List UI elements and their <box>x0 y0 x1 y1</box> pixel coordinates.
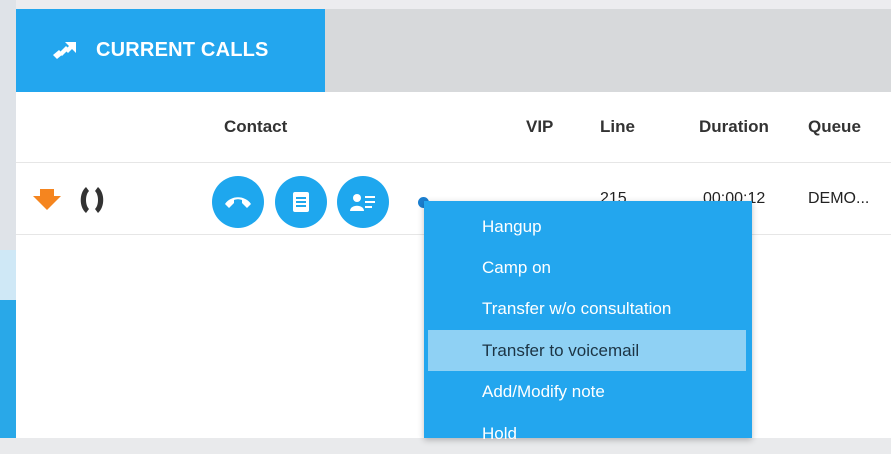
column-header-vip[interactable]: VIP <box>526 117 553 137</box>
contact-card-button[interactable] <box>337 176 389 228</box>
menu-item-hold[interactable]: Hold <box>428 413 746 454</box>
phone-ringing-icon <box>80 187 104 213</box>
column-header-contact[interactable]: Contact <box>224 117 287 137</box>
note-button[interactable] <box>275 176 327 228</box>
menu-item-transfer-without-consultation[interactable]: Transfer w/o consultation <box>428 288 746 329</box>
background-top <box>0 0 891 9</box>
contact-card-icon <box>350 194 375 211</box>
background-left <box>0 0 16 438</box>
table-header: Contact VIP Line Duration Queue <box>16 92 891 163</box>
menu-item-transfer-to-voicemail[interactable]: Transfer to voicemail <box>428 330 746 371</box>
column-header-duration[interactable]: Duration <box>699 117 769 137</box>
call-actions-menu: Hangup Camp on Transfer w/o consultation… <box>424 201 752 443</box>
background-shape <box>0 300 16 438</box>
tab-current-calls[interactable]: CURRENT CALLS <box>16 9 325 92</box>
column-header-line[interactable]: Line <box>600 117 635 137</box>
tab-bar: CURRENT CALLS <box>16 9 891 92</box>
hangup-icon <box>225 197 251 208</box>
phone-transfer-icon <box>53 41 76 59</box>
queue-value: DEMO... <box>808 190 870 207</box>
menu-item-add-modify-note[interactable]: Add/Modify note <box>428 371 746 412</box>
menu-item-hangup[interactable]: Hangup <box>428 206 746 247</box>
tab-label: CURRENT CALLS <box>96 39 269 61</box>
hangup-button[interactable] <box>212 176 264 228</box>
menu-item-camp-on[interactable]: Camp on <box>428 247 746 288</box>
arrow-down-icon <box>33 189 61 210</box>
column-header-queue[interactable]: Queue <box>808 117 861 137</box>
note-icon <box>293 192 309 212</box>
